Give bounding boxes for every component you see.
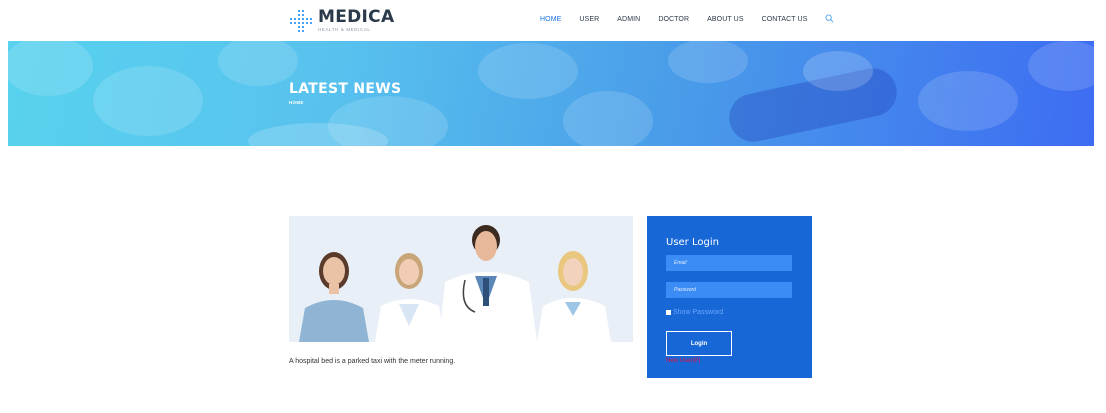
- main-nav: HOME USER ADMIN DOCTOR ABOUT US CONTACT …: [540, 14, 834, 23]
- password-field[interactable]: [666, 282, 792, 298]
- page-title: LATEST NEWS: [289, 81, 402, 97]
- show-password-checkbox[interactable]: [666, 310, 671, 315]
- nav-contact-us[interactable]: CONTACT US: [762, 16, 808, 23]
- new-user-link[interactable]: New User(P): [666, 358, 700, 364]
- nav-doctor[interactable]: DOCTOR: [658, 16, 689, 23]
- login-title: User Login: [666, 237, 719, 248]
- show-password-row: Show Password: [666, 309, 723, 316]
- logo-title: MEDICA: [318, 7, 395, 27]
- news-caption: A hospital bed is a parked taxi with the…: [289, 358, 456, 365]
- nav-admin[interactable]: ADMIN: [617, 16, 640, 23]
- email-field[interactable]: [666, 255, 792, 271]
- user-login-card: User Login Show Password Login New User(…: [647, 216, 812, 378]
- doctors-photo: [289, 216, 633, 342]
- medical-cross-icon: [290, 10, 312, 32]
- nav-user[interactable]: USER: [579, 16, 599, 23]
- breadcrumb[interactable]: HOME: [289, 100, 304, 105]
- nav-about-us[interactable]: ABOUT US: [707, 16, 743, 23]
- page-banner: LATEST NEWS HOME: [8, 41, 1094, 146]
- banner-pills-background: [8, 41, 1094, 146]
- nav-home[interactable]: HOME: [540, 16, 561, 23]
- login-button[interactable]: Login: [666, 331, 732, 356]
- logo-subtitle: HEALTH & MEDICAL: [318, 27, 371, 32]
- search-icon[interactable]: [825, 14, 834, 23]
- show-password-label[interactable]: Show Password: [673, 309, 723, 316]
- site-header: MEDICA HEALTH & MEDICAL HOME USER ADMIN …: [0, 0, 1106, 40]
- site-logo[interactable]: MEDICA HEALTH & MEDICAL: [289, 9, 394, 33]
